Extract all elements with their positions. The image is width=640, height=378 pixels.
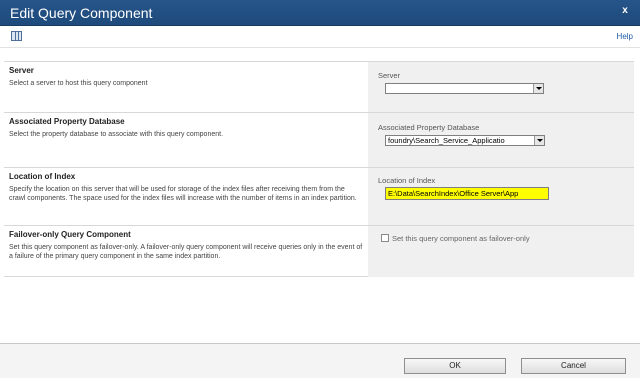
location-description: Specify the location on this server that… — [9, 186, 357, 202]
help-link[interactable]: Help — [617, 32, 633, 41]
location-title: Location of Index — [9, 172, 76, 181]
server-label: Server — [378, 71, 401, 80]
location-input[interactable]: E:\Data\SearchIndex\Office Server\App — [385, 187, 549, 200]
failover-section: Failover-only Query Component Set this q… — [4, 225, 634, 277]
dialog-toolbar: Help — [0, 26, 640, 48]
ok-button[interactable]: OK — [404, 358, 506, 374]
failover-title: Failover-only Query Component — [9, 230, 131, 239]
location-description-area: Location of Index Specify the location o… — [4, 168, 368, 207]
property-db-title: Associated Property Database — [9, 117, 125, 126]
columns-icon[interactable] — [11, 31, 22, 41]
property-db-description: Select the property database to associat… — [9, 131, 224, 138]
property-db-description-area: Associated Property Database Select the … — [4, 113, 368, 143]
failover-input-area: Set this query component as failover-onl… — [368, 226, 634, 277]
server-description-area: Server Select a server to host this quer… — [4, 62, 368, 92]
property-db-label: Associated Property Database — [378, 123, 480, 132]
dialog-titlebar: Edit Query Component x — [0, 0, 640, 26]
chevron-down-icon[interactable] — [533, 84, 543, 93]
server-select[interactable] — [385, 83, 544, 94]
failover-checkbox-label: Set this query component as failover-onl… — [392, 234, 530, 243]
chevron-down-icon[interactable] — [534, 136, 544, 145]
property-db-input-area: Associated Property Database foundry\Sea… — [368, 113, 634, 168]
server-title: Server — [9, 66, 34, 75]
dialog-title: Edit Query Component — [10, 5, 153, 21]
cancel-button[interactable]: Cancel — [521, 358, 626, 374]
property-db-select-value: foundry\Search_Service_Applicatio — [388, 136, 505, 145]
property-db-select[interactable]: foundry\Search_Service_Applicatio — [385, 135, 545, 146]
failover-description: Set this query component as failover-onl… — [9, 244, 363, 260]
server-section: Server Select a server to host this quer… — [4, 61, 634, 113]
dialog-footer: OK Cancel — [0, 343, 640, 378]
failover-checkbox[interactable] — [381, 234, 389, 242]
location-input-area: Location of Index E:\Data\SearchIndex\Of… — [368, 168, 634, 226]
failover-description-area: Failover-only Query Component Set this q… — [4, 226, 368, 265]
server-description: Select a server to host this query compo… — [9, 80, 148, 87]
location-section: Location of Index Specify the location o… — [4, 167, 634, 226]
close-icon[interactable]: x — [619, 5, 631, 17]
server-input-area: Server — [368, 62, 634, 113]
failover-checkbox-row[interactable]: Set this query component as failover-onl… — [381, 234, 530, 243]
property-db-section: Associated Property Database Select the … — [4, 112, 634, 168]
location-label: Location of Index — [378, 176, 436, 185]
